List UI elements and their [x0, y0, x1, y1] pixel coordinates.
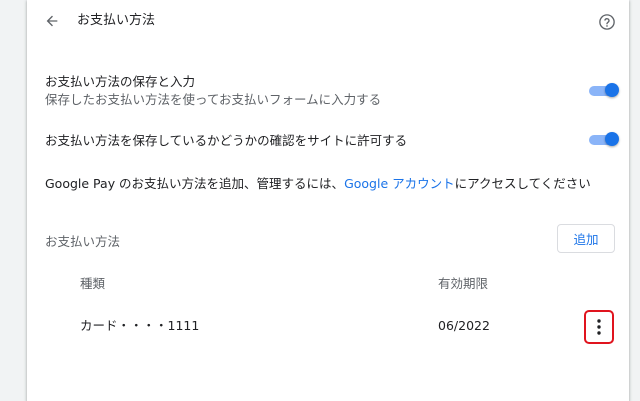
arrow-back-icon: [46, 15, 58, 27]
save-and-fill-toggle[interactable]: [589, 82, 619, 100]
save-and-fill-subtitle: 保存したお支払い方法を使ってお支払いフォームに入力する: [45, 92, 382, 107]
save-and-fill-title: お支払い方法の保存と入力: [45, 74, 196, 89]
add-payment-button[interactable]: 追加: [557, 224, 615, 253]
help-circle-icon: [599, 14, 615, 30]
card-expiry: 06/2022: [438, 318, 490, 333]
google-pay-prefix: Google Pay のお支払い方法を追加、管理するには、: [45, 176, 345, 191]
more-actions-button[interactable]: [584, 310, 614, 344]
back-button[interactable]: [41, 10, 63, 32]
google-pay-suffix: にアクセスしてください: [454, 176, 591, 191]
page-title: お支払い方法: [77, 13, 156, 28]
column-header-expiry: 有効期限: [438, 276, 489, 291]
toggle-knob: [605, 83, 619, 97]
google-pay-text: Google Pay のお支払い方法を追加、管理するには、Google アカウン…: [45, 175, 591, 192]
more-vert-icon: [597, 319, 601, 335]
page-header: お支払い方法: [27, 0, 629, 44]
google-account-link[interactable]: Google アカウント: [344, 176, 455, 191]
help-button[interactable]: [597, 12, 617, 32]
settings-card: お支払い方法 お支払い方法の保存と入力 保存したお支払い方法を使ってお支払いフォ…: [27, 0, 629, 401]
payment-methods-label: お支払い方法: [45, 234, 121, 249]
column-header-type: 種類: [80, 276, 106, 291]
toggle-knob: [605, 132, 619, 146]
allow-check-toggle[interactable]: [589, 131, 619, 149]
card-type: カード・・・・1111: [80, 318, 200, 333]
allow-check-title: お支払い方法を保存しているかどうかの確認をサイトに許可する: [45, 133, 408, 148]
